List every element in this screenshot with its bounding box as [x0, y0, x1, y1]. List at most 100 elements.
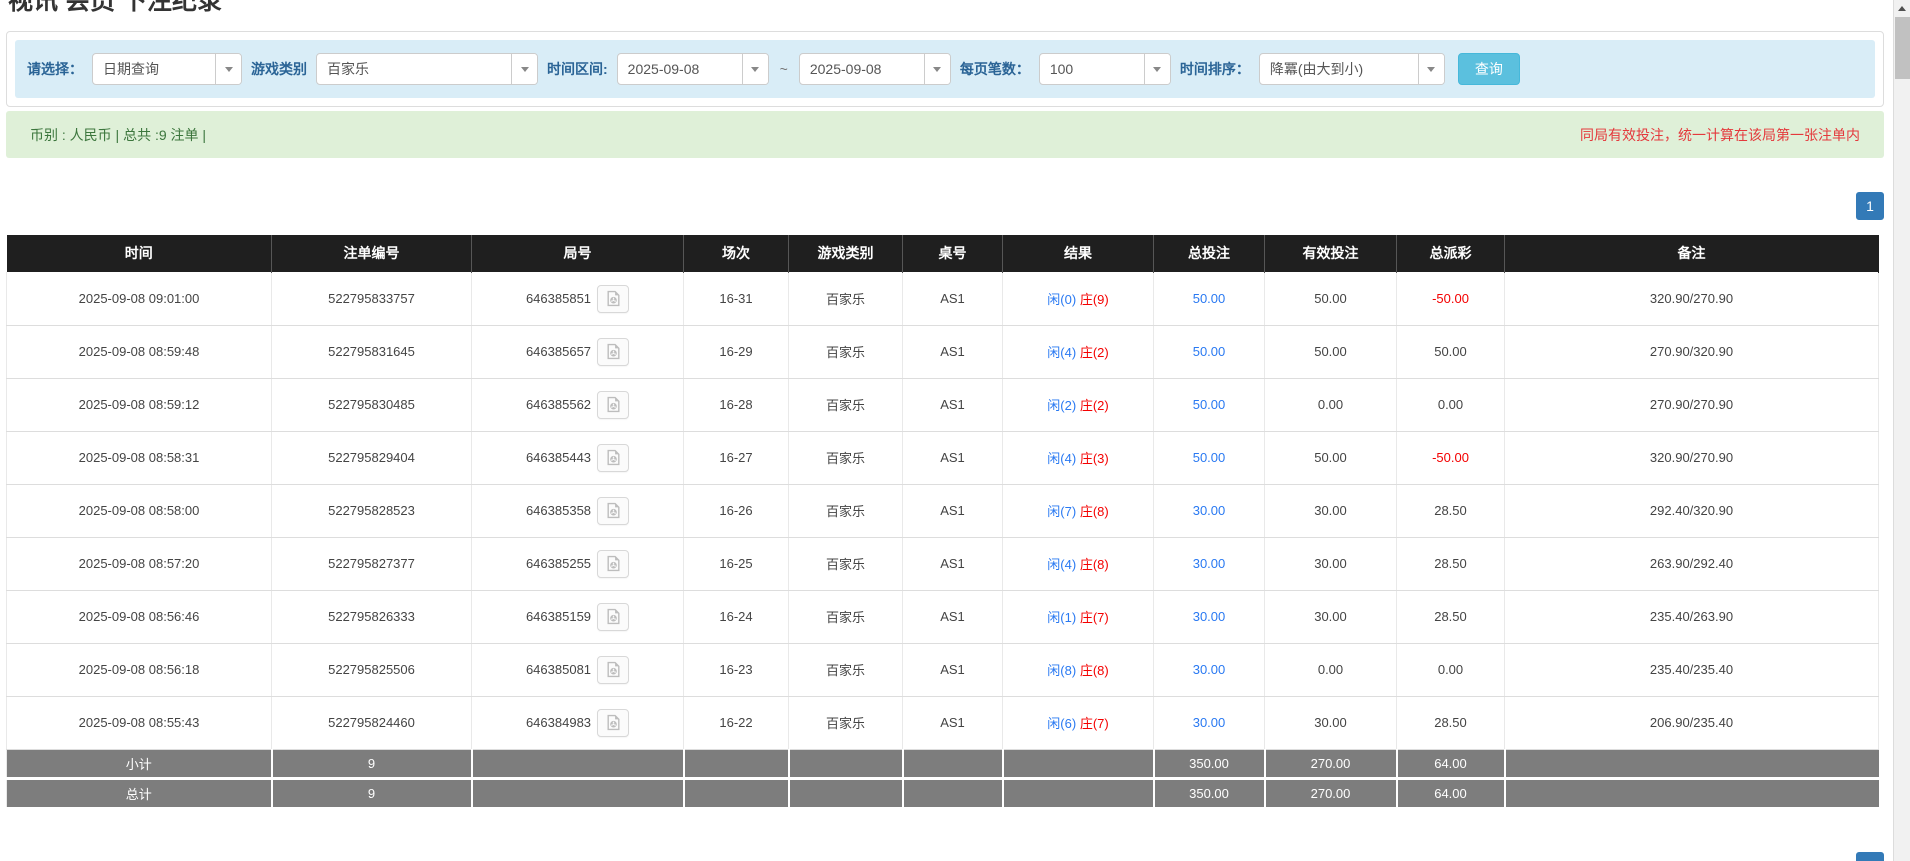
round-id: 646384983 — [526, 715, 591, 730]
result-cell: 闲(2) 庄(2) — [1003, 378, 1154, 431]
table-no-cell: AS1 — [903, 272, 1003, 325]
round-id: 646385255 — [526, 556, 591, 571]
video-replay-button[interactable] — [597, 656, 629, 684]
video-replay-button[interactable] — [597, 709, 629, 737]
date-from-input[interactable]: 2025-09-08 — [617, 53, 769, 85]
total-bet-cell: 30.00 — [1154, 643, 1265, 696]
video-replay-button[interactable] — [597, 391, 629, 419]
game-type-cell: 百家乐 — [789, 484, 903, 537]
chevron-down-icon[interactable] — [742, 54, 768, 84]
total-bet-cell: 50.00 — [1154, 272, 1265, 325]
page-title: 视讯 会员 下注纪录 — [8, 0, 1884, 16]
time-cell: 2025-09-08 08:58:00 — [7, 484, 272, 537]
total-valid-bet: 270.00 — [1265, 778, 1397, 807]
payout-cell: 0.00 — [1397, 378, 1505, 431]
total-bet-cell: 50.00 — [1154, 325, 1265, 378]
result-cell: 闲(4) 庄(2) — [1003, 325, 1154, 378]
result-banker: 庄(7) — [1080, 610, 1109, 625]
time-range-label: 时间区间: — [547, 59, 608, 79]
vertical-scrollbar[interactable] — [1893, 0, 1910, 861]
time-cell: 2025-09-08 08:56:18 — [7, 643, 272, 696]
query-button[interactable]: 查询 — [1458, 53, 1520, 85]
table-row: 2025-09-08 08:58:31 522795829404 6463854… — [7, 431, 1879, 484]
pagination-top: 1 — [6, 192, 1884, 220]
time-cell: 2025-09-08 08:57:20 — [7, 537, 272, 590]
session-cell: 16-27 — [684, 431, 789, 484]
sort-order-select[interactable]: 降冪(由大到小) — [1259, 53, 1445, 85]
filter-type-select[interactable]: 日期查询 — [92, 53, 242, 85]
total-bet-cell: 30.00 — [1154, 537, 1265, 590]
video-replay-button[interactable] — [597, 497, 629, 525]
result-cell: 闲(4) 庄(8) — [1003, 537, 1154, 590]
date-to-input[interactable]: 2025-09-08 — [799, 53, 951, 85]
film-icon — [605, 608, 622, 625]
main-content: 视讯 会员 下注纪录 请选择： 日期查询 游戏类别 百家乐 时间区间: 2025… — [0, 0, 1910, 807]
chevron-down-icon[interactable] — [215, 54, 241, 84]
result-cell: 闲(7) 庄(8) — [1003, 484, 1154, 537]
round-cell: 646384983 — [472, 696, 684, 749]
chevron-down-icon[interactable] — [1418, 54, 1444, 84]
result-cell: 闲(1) 庄(7) — [1003, 590, 1154, 643]
note-cell: 292.40/320.90 — [1505, 484, 1879, 537]
game-type-cell: 百家乐 — [789, 272, 903, 325]
page-size-select[interactable]: 100 — [1039, 53, 1171, 85]
result-cell: 闲(4) 庄(3) — [1003, 431, 1154, 484]
round-id: 646385081 — [526, 662, 591, 677]
session-cell: 16-25 — [684, 537, 789, 590]
round-cell: 646385443 — [472, 431, 684, 484]
session-cell: 16-23 — [684, 643, 789, 696]
total-label: 总计 — [7, 778, 272, 807]
film-icon — [605, 714, 622, 731]
chevron-down-icon[interactable] — [1144, 54, 1170, 84]
valid-bet-cell: 50.00 — [1265, 325, 1397, 378]
page-title-clip: 视讯 会员 下注纪录 — [8, 0, 1884, 16]
chevron-down-icon[interactable] — [511, 54, 537, 84]
video-replay-button[interactable] — [597, 285, 629, 313]
table-row: 2025-09-08 09:01:00 522795833757 6463858… — [7, 272, 1879, 325]
game-type-label: 游戏类别 — [251, 59, 307, 79]
total-payout: 64.00 — [1397, 778, 1505, 807]
note-cell: 235.40/235.40 — [1505, 643, 1879, 696]
table-row: 2025-09-08 08:55:43 522795824460 6463849… — [7, 696, 1879, 749]
game-type-cell: 百家乐 — [789, 431, 903, 484]
col-header-session: 场次 — [684, 235, 789, 272]
bet-id-cell: 522795833757 — [272, 272, 472, 325]
bet-id-cell: 522795828523 — [272, 484, 472, 537]
table-row: 2025-09-08 08:59:12 522795830485 6463855… — [7, 378, 1879, 431]
round-id: 646385851 — [526, 291, 591, 306]
total-total-bet: 350.00 — [1154, 778, 1265, 807]
video-replay-button[interactable] — [597, 338, 629, 366]
betting-records-page: 视讯 会员 下注纪录 请选择： 日期查询 游戏类别 百家乐 时间区间: 2025… — [0, 0, 1910, 861]
table-row: 2025-09-08 08:56:18 522795825506 6463850… — [7, 643, 1879, 696]
page-number-button[interactable]: 1 — [1856, 852, 1884, 861]
table-row: 2025-09-08 08:58:00 522795828523 6463853… — [7, 484, 1879, 537]
game-type-select[interactable]: 百家乐 — [316, 53, 538, 85]
scrollbar-up-arrow-icon[interactable] — [1894, 0, 1910, 16]
round-cell: 646385159 — [472, 590, 684, 643]
page-number-button[interactable]: 1 — [1856, 192, 1884, 220]
table-no-cell: AS1 — [903, 643, 1003, 696]
result-player: 闲(2) — [1047, 398, 1076, 413]
table-no-cell: AS1 — [903, 590, 1003, 643]
col-header-round: 局号 — [472, 235, 684, 272]
chevron-down-icon[interactable] — [924, 54, 950, 84]
table-no-cell: AS1 — [903, 431, 1003, 484]
result-player: 闲(4) — [1047, 557, 1076, 572]
film-icon — [605, 396, 622, 413]
result-banker: 庄(2) — [1080, 345, 1109, 360]
video-replay-button[interactable] — [597, 444, 629, 472]
valid-bet-notice-text: 同局有效投注，统一计算在该局第一张注单内 — [1580, 125, 1860, 145]
video-replay-button[interactable] — [597, 603, 629, 631]
result-cell: 闲(6) 庄(7) — [1003, 696, 1154, 749]
result-cell: 闲(8) 庄(8) — [1003, 643, 1154, 696]
film-icon — [605, 290, 622, 307]
valid-bet-cell: 30.00 — [1265, 484, 1397, 537]
payout-cell: 50.00 — [1397, 325, 1505, 378]
table-no-cell: AS1 — [903, 696, 1003, 749]
scrollbar-thumb[interactable] — [1895, 17, 1910, 79]
video-replay-button[interactable] — [597, 550, 629, 578]
pagination-bottom: 1 — [1856, 852, 1884, 861]
filter-panel: 请选择： 日期查询 游戏类别 百家乐 时间区间: 2025-09-08 ~ — [6, 31, 1884, 107]
col-header-time: 时间 — [7, 235, 272, 272]
table-no-cell: AS1 — [903, 537, 1003, 590]
